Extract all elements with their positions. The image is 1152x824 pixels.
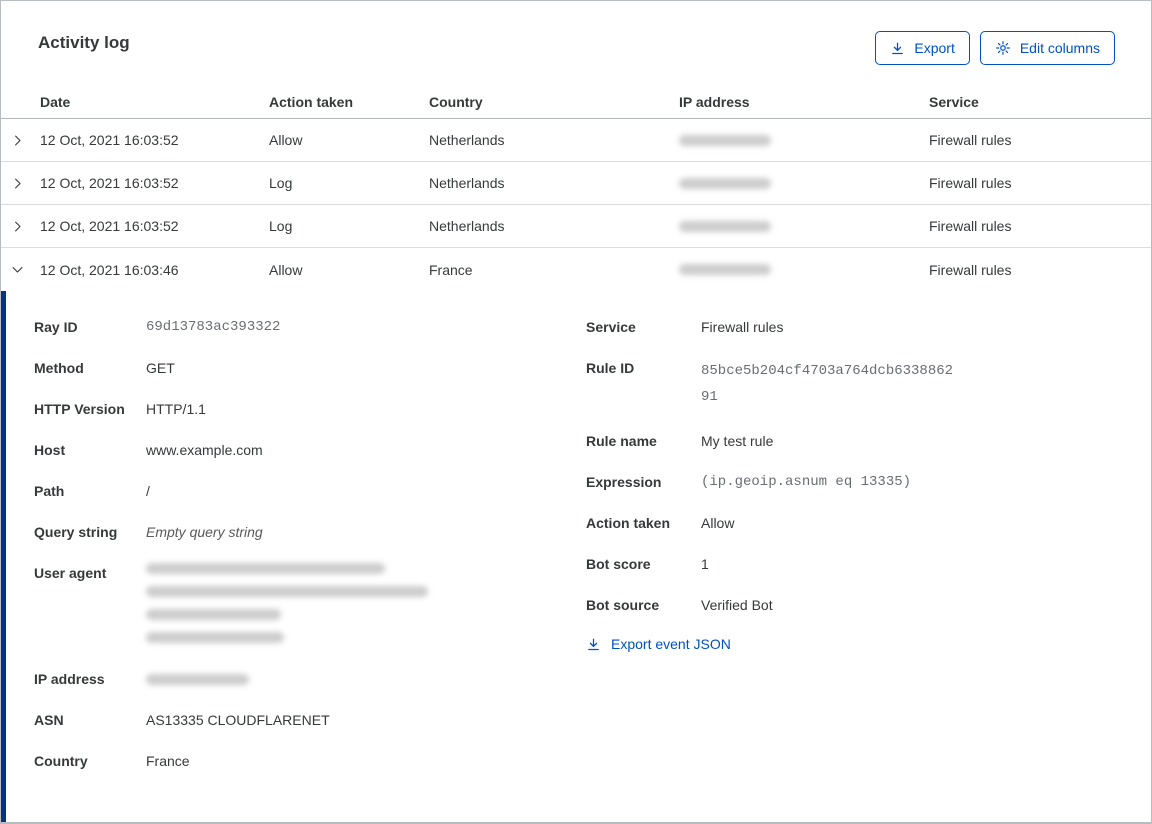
col-header-country: Country [429, 94, 483, 110]
export-event-json-link[interactable]: Export event JSON [586, 636, 731, 652]
export-event-json-label: Export event JSON [611, 636, 731, 652]
redacted-ip-blur [679, 264, 771, 275]
download-icon [586, 637, 601, 652]
col-header-action: Action taken [269, 94, 354, 110]
table-row[interactable]: 12 Oct, 2021 16:03:52 Allow Netherlands … [1, 119, 1151, 162]
host-value: www.example.com [146, 442, 263, 458]
cell-service: Firewall rules [929, 218, 1012, 234]
cell-action: Log [269, 175, 293, 191]
rule-id-value: 85bce5b204cf4703a764dcb633886291 [701, 363, 954, 405]
detail-field-method: Method GET [34, 360, 175, 376]
redacted-ip-blur [679, 134, 771, 146]
export-button-label: Export [914, 40, 955, 56]
collapse-row-button[interactable] [1, 262, 40, 277]
download-icon [890, 41, 905, 56]
detail-field-path: Path / [34, 483, 150, 499]
country-value: France [146, 753, 190, 769]
redacted-ip-blur [679, 220, 771, 232]
service-value: Firewall rules [701, 319, 784, 335]
col-header-date: Date [40, 94, 71, 110]
col-header-ip: IP address [679, 94, 750, 110]
detail-field-action-taken: Action taken Allow [586, 515, 735, 531]
expand-row-button[interactable] [1, 176, 40, 191]
cell-ip-redacted [679, 220, 929, 232]
event-detail-panel: Ray ID 69d13783ac393322 Method GET HTTP … [1, 291, 1151, 822]
detail-field-bot-score: Bot score 1 [586, 556, 709, 572]
cell-country: Netherlands [429, 132, 505, 148]
bot-source-value: Verified Bot [701, 597, 773, 613]
edit-columns-button[interactable]: Edit columns [979, 31, 1115, 65]
table-header-row: Date Action taken Country IP address Ser… [1, 66, 1151, 119]
cell-date: 12 Oct, 2021 16:03:52 [40, 218, 179, 234]
cell-service: Firewall rules [929, 175, 1012, 191]
expand-row-button[interactable] [1, 219, 40, 234]
chevron-right-icon [10, 219, 25, 234]
detail-field-host: Host www.example.com [34, 442, 263, 458]
cell-ip-redacted [679, 264, 929, 275]
detail-left-column: Ray ID 69d13783ac393322 Method GET HTTP … [34, 317, 586, 822]
chevron-down-icon [10, 262, 25, 277]
cell-date: 12 Oct, 2021 16:03:52 [40, 175, 179, 191]
detail-field-service: Service Firewall rules [586, 319, 784, 335]
cell-country: Netherlands [429, 218, 505, 234]
toolbar: Export Edit columns [875, 31, 1115, 65]
ray-id-value: 69d13783ac393322 [146, 319, 281, 335]
detail-field-http-version: HTTP Version HTTP/1.1 [34, 401, 206, 417]
cell-country: Netherlands [429, 175, 505, 191]
detail-field-rule-name: Rule name My test rule [586, 433, 774, 449]
edit-columns-button-label: Edit columns [1019, 40, 1100, 56]
bot-score-value: 1 [701, 556, 709, 572]
expression-value: (ip.geoip.asnum eq 13335) [701, 474, 912, 490]
cell-service: Firewall rules [929, 261, 1012, 278]
redacted-ip-blur [679, 177, 771, 189]
detail-field-ray-id: Ray ID 69d13783ac393322 [34, 319, 281, 335]
table-row[interactable]: 12 Oct, 2021 16:03:52 Log Netherlands Fi… [1, 205, 1151, 248]
detail-field-query-string: Query string Empty query string [34, 524, 263, 540]
asn-value: AS13335 CLOUDFLARENET [146, 712, 330, 728]
chevron-right-icon [10, 176, 25, 191]
method-value: GET [146, 360, 175, 376]
query-string-value: Empty query string [146, 524, 263, 540]
cell-date: 12 Oct, 2021 16:03:52 [40, 132, 179, 148]
cell-ip-redacted [679, 177, 929, 189]
detail-right-column: Service Firewall rules Rule ID 85bce5b20… [586, 317, 1151, 822]
cell-action: Allow [269, 261, 303, 278]
cell-date: 12 Oct, 2021 16:03:46 [40, 261, 179, 278]
detail-field-ip-address: IP address [34, 669, 586, 689]
table-row-expanded[interactable]: 12 Oct, 2021 16:03:46 Allow France Firew… [1, 248, 1151, 291]
topbar: Activity log Export Edit columns [1, 1, 1151, 66]
table-row[interactable]: 12 Oct, 2021 16:03:52 Log Netherlands Fi… [1, 162, 1151, 205]
http-version-value: HTTP/1.1 [146, 401, 206, 417]
expand-row-button[interactable] [1, 133, 40, 148]
col-header-service: Service [929, 94, 979, 110]
cell-action: Allow [269, 132, 303, 148]
rule-name-value: My test rule [701, 433, 774, 449]
detail-field-asn: ASN AS13335 CLOUDFLARENET [34, 712, 330, 728]
cell-service: Firewall rules [929, 132, 1012, 148]
export-button[interactable]: Export [875, 31, 970, 65]
detail-field-rule-id: Rule ID 85bce5b204cf4703a764dcb633886291 [586, 358, 1151, 410]
action-taken-value: Allow [701, 515, 735, 531]
cell-ip-redacted [679, 134, 929, 146]
chevron-right-icon [10, 133, 25, 148]
path-value: / [146, 483, 150, 499]
redacted-ip-blur [146, 673, 249, 685]
page-title: Activity log [38, 33, 130, 52]
gear-icon [995, 40, 1011, 56]
activity-log-panel: Activity log Export Edit columns Date Ac… [0, 0, 1152, 824]
detail-field-country: Country France [34, 753, 190, 769]
detail-field-bot-source: Bot source Verified Bot [586, 597, 773, 613]
detail-field-user-agent: User agent [34, 563, 586, 643]
cell-action: Log [269, 218, 293, 234]
detail-field-expression: Expression (ip.geoip.asnum eq 13335) [586, 474, 912, 490]
cell-country: France [429, 261, 473, 278]
redacted-user-agent-blur [146, 563, 428, 643]
